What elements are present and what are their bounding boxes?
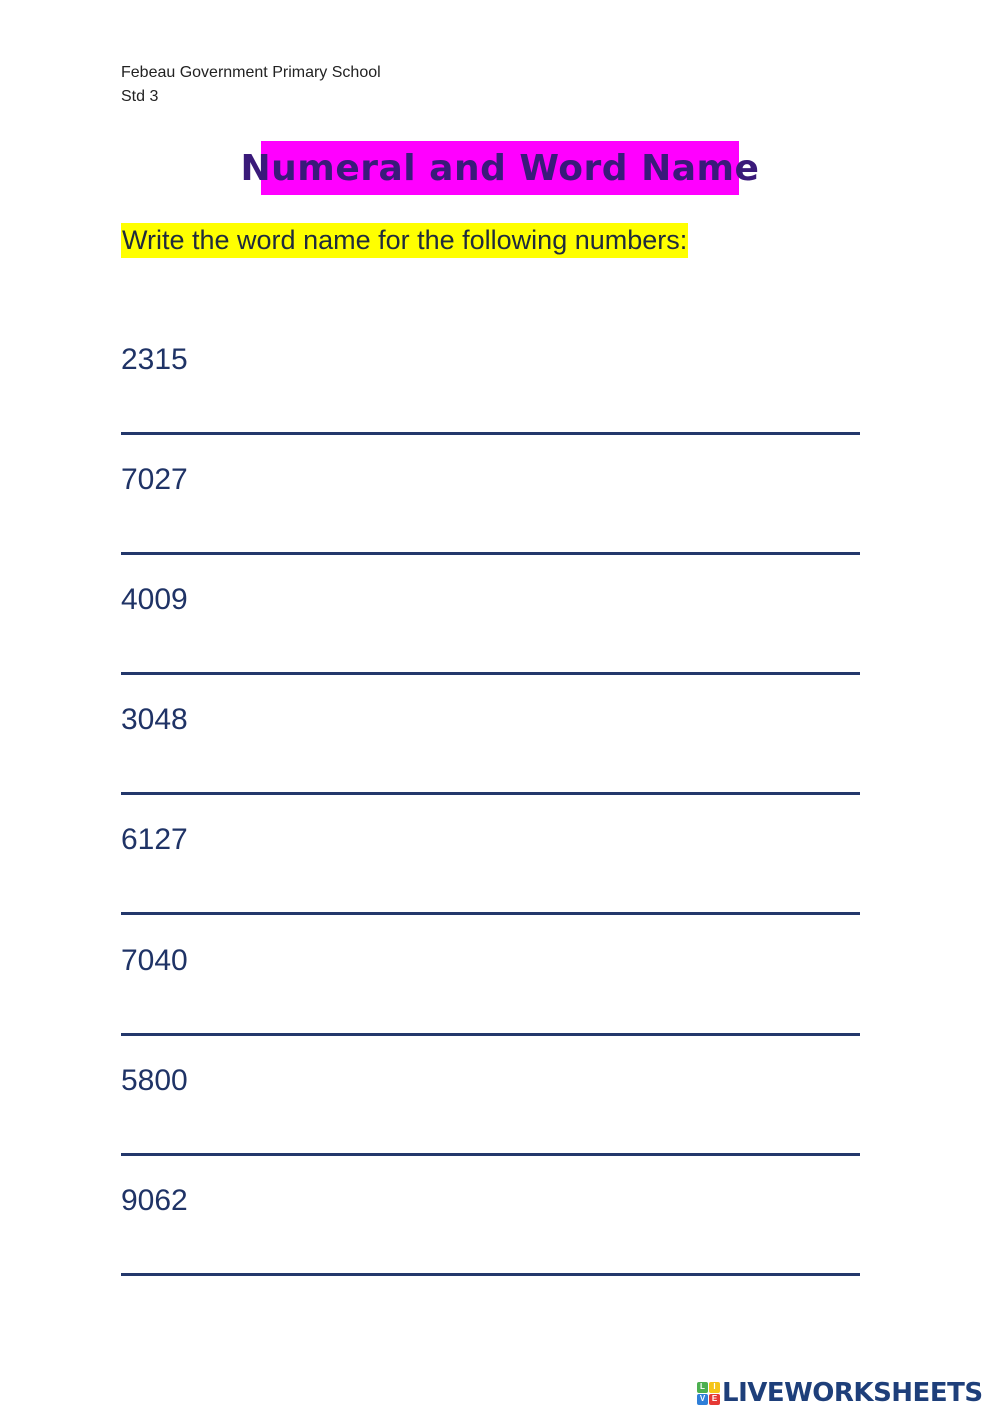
page-title: Numeral and Word Name	[240, 147, 760, 189]
answer-line[interactable]	[121, 552, 860, 555]
instruction-text: Write the word name for the following nu…	[121, 223, 689, 258]
logo-block-l: L	[697, 1381, 708, 1393]
question-item: 5800	[121, 1064, 861, 1156]
question-item: 3048	[121, 703, 861, 795]
logo-text: LIVEWORKSHEETS	[722, 1378, 983, 1408]
answer-line[interactable]	[121, 792, 860, 795]
live-blocks-icon: L I V E	[697, 1381, 720, 1405]
answer-line[interactable]	[121, 1153, 860, 1156]
answer-line[interactable]	[121, 672, 860, 675]
grade-label: Std 3	[121, 88, 159, 105]
answer-line[interactable]	[121, 1033, 860, 1036]
title-banner: Numeral and Word Name	[241, 141, 759, 195]
logo-block-v: V	[697, 1393, 708, 1405]
question-item: 2315	[121, 343, 861, 435]
school-header: Febeau Government Primary School Std 3	[121, 61, 381, 109]
question-item: 4009	[121, 583, 861, 675]
question-number: 2315	[121, 343, 188, 376]
question-number: 7027	[121, 463, 188, 496]
logo-block-e: E	[709, 1393, 720, 1405]
answer-line[interactable]	[121, 432, 860, 435]
answer-line[interactable]	[121, 1273, 860, 1276]
logo-block-i: I	[709, 1381, 720, 1393]
question-item: 9062	[121, 1184, 861, 1276]
school-name: Febeau Government Primary School	[121, 64, 381, 81]
question-number: 4009	[121, 583, 188, 616]
question-item: 7027	[121, 463, 861, 555]
question-item: 7040	[121, 944, 861, 1036]
question-number: 6127	[121, 823, 188, 856]
question-number: 5800	[121, 1064, 188, 1097]
question-item: 6127	[121, 823, 861, 915]
answer-line[interactable]	[121, 912, 860, 915]
question-number: 3048	[121, 703, 188, 736]
question-number: 7040	[121, 944, 188, 977]
question-number: 9062	[121, 1184, 188, 1217]
liveworksheets-logo: L I V E LIVEWORKSHEETS	[697, 1378, 983, 1408]
